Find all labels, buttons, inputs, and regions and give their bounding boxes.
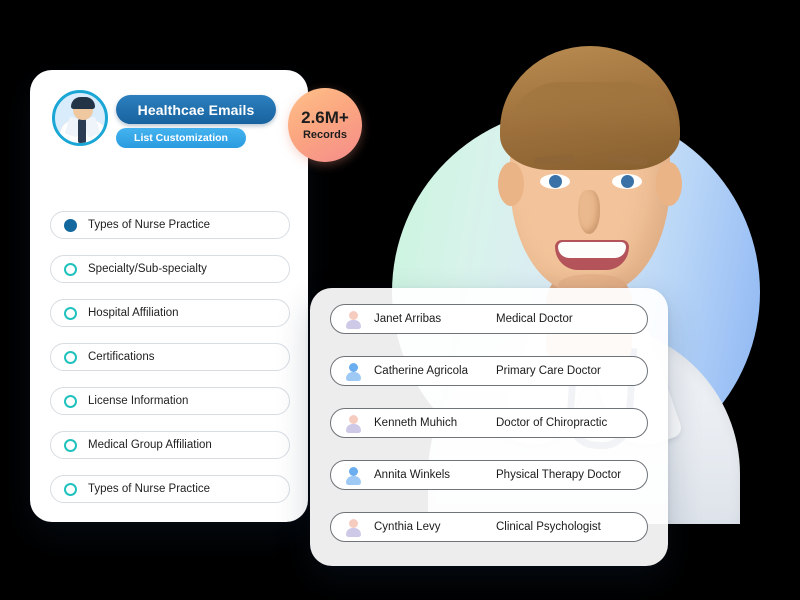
option-row[interactable]: Types of Nurse Practice <box>50 211 290 239</box>
avatar-tie <box>78 119 86 143</box>
photo-ear-left <box>498 162 524 206</box>
contact-name: Annita Winkels <box>374 469 451 481</box>
contact-role: Physical Therapy Doctor <box>496 469 622 481</box>
hero-illustration: Healthcae Emails List Customization Type… <box>0 0 800 600</box>
photo-eye-right <box>612 174 642 189</box>
radio-unselected-icon[interactable] <box>64 306 77 320</box>
person-icon <box>345 414 362 433</box>
radio-unselected-icon[interactable] <box>64 262 77 276</box>
contact-role: Clinical Psychologist <box>496 521 601 533</box>
option-label: Types of Nurse Practice <box>88 483 211 495</box>
option-row[interactable]: Specialty/Sub-specialty <box>50 255 290 283</box>
photo-nose <box>578 190 600 234</box>
contact-row[interactable]: Catherine Agricola Primary Care Doctor <box>330 356 648 386</box>
photo-eye-left <box>540 174 570 189</box>
option-row[interactable]: Medical Group Affiliation <box>50 431 290 459</box>
person-icon <box>345 466 362 485</box>
card-subtitle: List Customization <box>116 128 246 148</box>
contacts-card: Janet Arribas Medical Doctor Catherine Agr… <box>310 288 668 566</box>
person-icon <box>345 310 362 329</box>
radio-unselected-icon[interactable] <box>64 394 77 408</box>
contact-name: Cynthia Levy <box>374 521 441 533</box>
contact-role: Primary Care Doctor <box>496 365 601 377</box>
contact-row[interactable]: Janet Arribas Medical Doctor <box>330 304 648 334</box>
radio-unselected-icon[interactable] <box>64 350 77 364</box>
contact-name: Kenneth Muhich <box>374 417 458 429</box>
option-label: Hospital Affiliation <box>88 307 179 319</box>
avatar-hair <box>71 97 95 109</box>
list-customization-card: Healthcae Emails List Customization Type… <box>30 70 308 522</box>
records-label: Records <box>302 129 348 141</box>
records-value: 2.6M+ <box>301 108 349 127</box>
contact-role: Doctor of Chiropractic <box>496 417 608 429</box>
photo-mouth <box>555 240 629 270</box>
option-list: Types of Nurse Practice Specialty/Sub-spe… <box>50 211 290 519</box>
contact-name: Janet Arribas <box>374 313 442 325</box>
option-label: Specialty/Sub-specialty <box>88 263 207 275</box>
contact-row[interactable]: Cynthia Levy Clinical Psychologist <box>330 512 648 542</box>
contact-row[interactable]: Annita Winkels Physical Therapy Doctor <box>330 460 648 490</box>
option-label: Medical Group Affiliation <box>88 439 212 451</box>
radio-selected-icon[interactable] <box>64 218 77 232</box>
contact-name: Catherine Agricola <box>374 365 468 377</box>
photo-ear-right <box>656 162 682 206</box>
radio-unselected-icon[interactable] <box>64 438 77 452</box>
contact-row[interactable]: Kenneth Muhich Doctor of Chiropractic <box>330 408 648 438</box>
radio-unselected-icon[interactable] <box>64 482 77 496</box>
photo-teeth <box>558 242 626 258</box>
contact-role: Medical Doctor <box>496 313 573 325</box>
option-row[interactable]: Certifications <box>50 343 290 371</box>
option-label: Types of Nurse Practice <box>88 219 211 231</box>
contact-list: Janet Arribas Medical Doctor Catherine Agr… <box>330 304 648 542</box>
option-label: Certifications <box>88 351 155 363</box>
card-title: Healthcae Emails <box>116 95 276 124</box>
photo-hair <box>500 46 680 170</box>
option-row[interactable]: Types of Nurse Practice <box>50 475 290 503</box>
option-row[interactable]: License Information <box>50 387 290 415</box>
option-label: License Information <box>88 395 189 407</box>
option-row[interactable]: Hospital Affiliation <box>50 299 290 327</box>
records-badge: 2.6M+ Records <box>288 88 362 162</box>
person-icon <box>345 362 362 381</box>
doctor-avatar-icon <box>52 90 108 146</box>
person-icon <box>345 518 362 537</box>
